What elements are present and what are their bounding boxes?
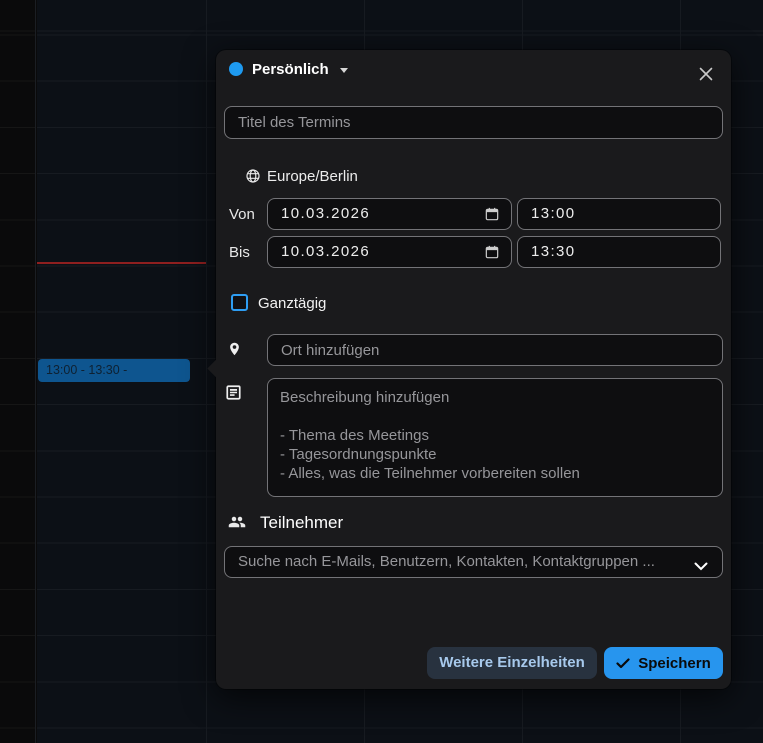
attendee-search-select[interactable]: Suche nach E-Mails, Benutzern, Kontakten… [224, 546, 723, 578]
calendar-icon[interactable] [484, 244, 500, 260]
end-time-value: 13:30 [531, 237, 576, 267]
start-time-value: 13:00 [531, 199, 576, 229]
chevron-down-icon[interactable] [340, 68, 348, 73]
calendar-icon[interactable] [484, 206, 500, 222]
save-button[interactable]: Speichern [604, 647, 723, 679]
timezone-label[interactable]: Europe/Berlin [267, 168, 358, 185]
end-date-field[interactable]: 10.03.2026 [267, 236, 512, 268]
calendar-event-chip[interactable]: 13:00 - 13:30 - [38, 359, 190, 382]
start-date-value: 10.03.2026 [281, 199, 370, 229]
attendee-search-placeholder: Suche nach E-Mails, Benutzern, Kontakten… [238, 547, 655, 577]
to-label: Bis [229, 244, 250, 261]
day-column-divider [206, 0, 207, 743]
end-time-field[interactable]: 13:30 [517, 236, 721, 268]
check-icon [616, 658, 630, 669]
current-time-indicator [37, 262, 206, 264]
from-label: Von [229, 206, 255, 223]
participants-heading: Teilnehmer [260, 513, 343, 533]
all-day-checkbox[interactable] [231, 294, 248, 311]
more-details-button[interactable]: Weitere Einzelheiten [427, 647, 597, 679]
all-day-label[interactable]: Ganztägig [258, 295, 326, 312]
location-pin-icon [227, 339, 242, 359]
start-date-field[interactable]: 10.03.2026 [267, 198, 512, 230]
people-icon [226, 513, 248, 531]
save-button-label: Speichern [638, 655, 711, 672]
time-gutter [0, 0, 36, 743]
title-input[interactable] [224, 106, 723, 139]
event-editor-dialog: Persönlich Europe/Berlin Von 10.03.2026 … [216, 50, 731, 689]
calendar-color-dot[interactable] [229, 62, 243, 76]
location-input[interactable] [267, 334, 723, 366]
start-time-field[interactable]: 13:00 [517, 198, 721, 230]
description-textarea[interactable] [267, 378, 723, 497]
close-icon[interactable] [698, 66, 714, 82]
chevron-down-icon [694, 558, 708, 567]
end-date-value: 10.03.2026 [281, 237, 370, 267]
description-note-icon [225, 384, 242, 401]
calendar-selector[interactable]: Persönlich [252, 61, 329, 78]
globe-icon [245, 168, 261, 184]
